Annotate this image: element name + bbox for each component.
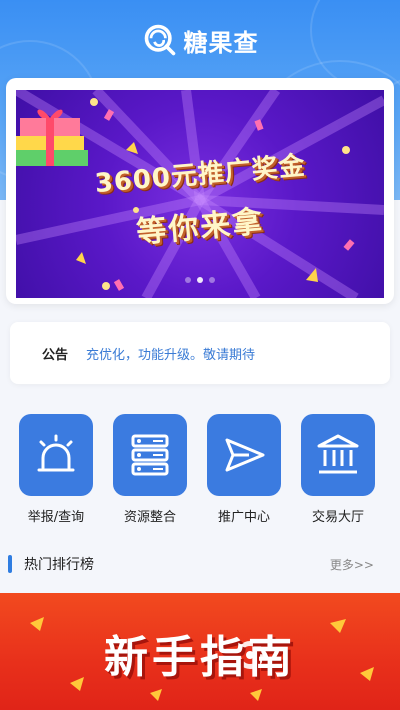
feature-label: 举报/查询: [27, 510, 85, 525]
feature-report-query[interactable]: 举报/查询: [16, 414, 96, 525]
ranking-more-link[interactable]: 更多>>: [330, 556, 374, 573]
app-title: 糖果查: [183, 28, 259, 57]
bank-icon: [317, 434, 359, 474]
gift-box-icon: [16, 109, 88, 166]
section-accent-bar: [8, 555, 12, 573]
server-icon: [131, 434, 169, 476]
feature-tile[interactable]: [113, 414, 187, 496]
feature-tile[interactable]: [207, 414, 281, 496]
feature-grid: 举报/查询 资源整合 推广中心 交易大厅: [0, 414, 400, 530]
announcement-bar[interactable]: 公告 充优化，功能升级。敬请期待: [10, 322, 390, 384]
announcement-text[interactable]: 充优化，功能升级。敬请期待: [86, 344, 255, 363]
ranking-title: 热门排行榜: [24, 557, 94, 573]
feature-trading-hall[interactable]: 交易大厅: [298, 414, 378, 525]
send-icon: [225, 438, 265, 472]
alarm-icon: [37, 434, 75, 472]
app-logo: 糖果查: [0, 22, 400, 58]
feature-label: 交易大厅: [311, 510, 364, 525]
newbie-guide-banner[interactable]: 新手指南: [0, 593, 400, 710]
feature-label: 推广中心: [217, 510, 270, 525]
feature-promotion-center[interactable]: 推广中心: [204, 414, 284, 525]
feature-label: 资源整合: [123, 510, 176, 525]
feature-tile[interactable]: [301, 414, 375, 496]
feature-resource-integration[interactable]: 资源整合: [110, 414, 190, 525]
candy-logo-icon: [144, 24, 175, 56]
ranking-section-header: 热门排行榜 更多>>: [8, 552, 392, 576]
feature-tile[interactable]: [19, 414, 93, 496]
newbie-guide-title: 新手指南: [104, 632, 296, 683]
promo-banner[interactable]: 3600元推广奖金 等你来拿: [16, 90, 384, 298]
announcement-label: 公告: [42, 347, 69, 363]
